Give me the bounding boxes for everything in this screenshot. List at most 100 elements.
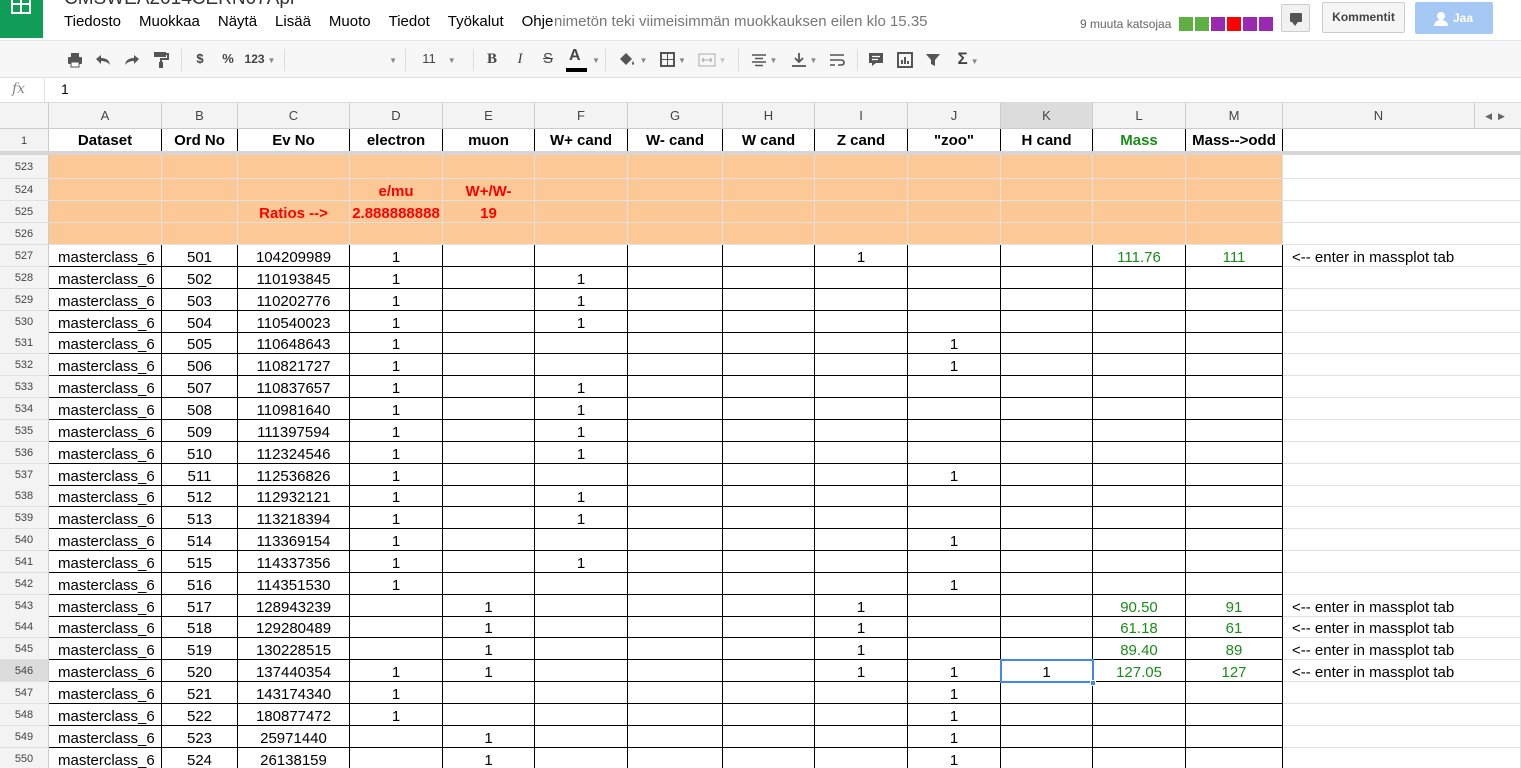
cell[interactable]: 503 <box>162 289 238 311</box>
cell[interactable] <box>1093 529 1186 551</box>
cell[interactable]: 89.40 <box>1093 638 1186 660</box>
cell[interactable] <box>908 245 1001 267</box>
cell[interactable]: <-- enter in massplot tab <box>1283 595 1521 617</box>
sheets-logo[interactable] <box>0 0 43 38</box>
cell[interactable]: 110837657 <box>238 376 350 398</box>
cell[interactable]: 1 <box>350 704 443 726</box>
row-header[interactable]: 531 <box>0 332 49 354</box>
cell[interactable] <box>723 442 815 464</box>
cell[interactable] <box>1001 704 1093 726</box>
cell[interactable] <box>1186 332 1283 354</box>
undo-button[interactable] <box>92 41 114 77</box>
cell[interactable]: masterclass_6 <box>49 354 162 376</box>
cell[interactable] <box>350 595 443 617</box>
cell[interactable]: 512 <box>162 485 238 507</box>
cell[interactable] <box>815 485 908 507</box>
row-header[interactable]: 526 <box>0 223 49 245</box>
cell[interactable]: 1 <box>443 595 535 617</box>
cell[interactable] <box>1093 748 1186 768</box>
cell[interactable]: 524 <box>162 748 238 768</box>
column-title-cell[interactable]: Dataset <box>49 129 162 153</box>
cell[interactable] <box>1186 748 1283 768</box>
cell[interactable] <box>1186 267 1283 289</box>
cell[interactable] <box>815 289 908 311</box>
cell[interactable]: masterclass_6 <box>49 748 162 768</box>
cell[interactable]: 1 <box>350 332 443 354</box>
cell[interactable] <box>815 376 908 398</box>
cell[interactable] <box>908 595 1001 617</box>
cell[interactable]: W+/W- <box>443 179 535 201</box>
cell[interactable] <box>1001 485 1093 507</box>
cell[interactable] <box>628 376 723 398</box>
cell[interactable]: 104209989 <box>238 245 350 267</box>
cell[interactable] <box>815 573 908 595</box>
row-header[interactable]: 550 <box>0 748 49 768</box>
cell[interactable]: 111397594 <box>238 420 350 442</box>
cell[interactable] <box>350 748 443 768</box>
cell[interactable]: 1 <box>350 507 443 529</box>
row-header[interactable]: 523 <box>0 155 49 179</box>
cell[interactable]: e/mu <box>350 179 443 201</box>
row-header[interactable]: 541 <box>0 551 49 573</box>
column-header-k[interactable]: K <box>1001 103 1093 129</box>
cell[interactable] <box>1093 442 1186 464</box>
cell[interactable]: 113218394 <box>238 507 350 529</box>
row-header[interactable]: 542 <box>0 573 49 595</box>
cell[interactable] <box>1186 223 1283 245</box>
column-title-cell[interactable]: H cand <box>1001 129 1093 153</box>
cell[interactable]: 1 <box>350 682 443 704</box>
column-header-l[interactable]: L <box>1093 103 1186 129</box>
redo-button[interactable] <box>121 41 143 77</box>
menu-item-2[interactable]: Muokkaa <box>139 13 200 30</box>
cell[interactable] <box>1283 748 1521 768</box>
cell[interactable] <box>908 155 1001 179</box>
cell[interactable]: 110540023 <box>238 311 350 333</box>
column-title-cell[interactable] <box>1283 129 1521 153</box>
cell[interactable] <box>1093 398 1186 420</box>
cell[interactable] <box>723 660 815 682</box>
cell[interactable] <box>443 155 535 179</box>
cell[interactable]: 110981640 <box>238 398 350 420</box>
cell[interactable] <box>1186 354 1283 376</box>
cell[interactable] <box>723 704 815 726</box>
cell[interactable] <box>443 245 535 267</box>
cell[interactable] <box>908 551 1001 573</box>
row-header[interactable]: 540 <box>0 529 49 551</box>
cell[interactable] <box>1186 726 1283 748</box>
cell[interactable]: 519 <box>162 638 238 660</box>
column-header-e[interactable]: E <box>443 103 535 129</box>
insert-comment-button[interactable] <box>865 41 887 77</box>
cell[interactable] <box>1283 682 1521 704</box>
cell[interactable]: 1 <box>535 507 628 529</box>
cell[interactable] <box>535 529 628 551</box>
cell[interactable] <box>443 332 535 354</box>
cell[interactable] <box>1093 726 1186 748</box>
cell[interactable]: 1 <box>443 748 535 768</box>
cell[interactable]: 507 <box>162 376 238 398</box>
cell[interactable] <box>1186 573 1283 595</box>
row-header[interactable]: 538 <box>0 485 49 507</box>
cell[interactable]: 1 <box>908 660 1001 682</box>
cell[interactable] <box>350 223 443 245</box>
cell[interactable] <box>723 289 815 311</box>
cell[interactable]: masterclass_6 <box>49 267 162 289</box>
cell[interactable] <box>1186 179 1283 201</box>
italic-button[interactable]: I <box>510 41 530 77</box>
cell[interactable] <box>535 638 628 660</box>
cell[interactable] <box>350 616 443 638</box>
viewer-avatar[interactable] <box>1243 17 1257 31</box>
cell[interactable] <box>1283 420 1521 442</box>
cell[interactable] <box>628 442 723 464</box>
cell[interactable] <box>1093 573 1186 595</box>
cell[interactable]: masterclass_6 <box>49 726 162 748</box>
cell[interactable]: <-- enter in massplot tab <box>1283 660 1521 682</box>
cell[interactable] <box>1001 332 1093 354</box>
cell[interactable] <box>1001 155 1093 179</box>
cell[interactable] <box>723 573 815 595</box>
cell[interactable] <box>443 573 535 595</box>
cell[interactable] <box>815 551 908 573</box>
cell[interactable]: masterclass_6 <box>49 485 162 507</box>
column-title-cell[interactable]: Ev No <box>238 129 350 153</box>
number-format-dropdown[interactable]: 123 ▼ <box>242 41 278 77</box>
viewer-avatar[interactable] <box>1227 17 1241 31</box>
